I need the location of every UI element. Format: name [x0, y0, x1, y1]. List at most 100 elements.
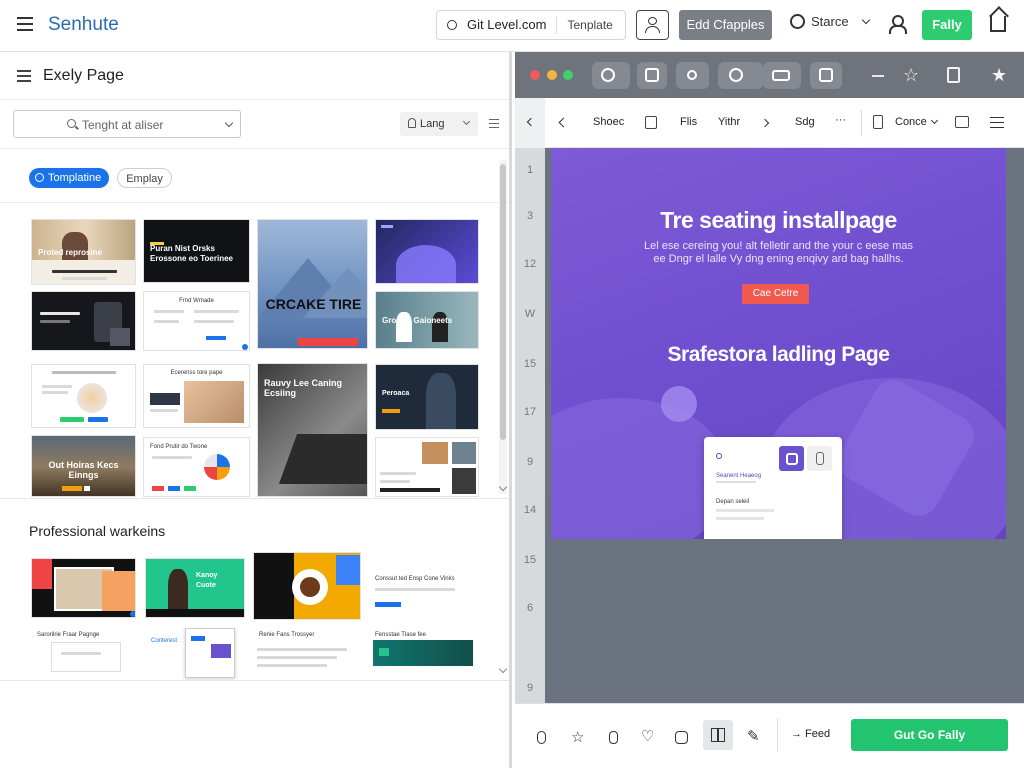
search-placeholder: Tenght at aliser [82, 118, 164, 132]
tile-label: Fond Prutir do Twone [150, 444, 208, 450]
lang-label: Lang [420, 118, 445, 130]
edit-button[interactable]: Edd Cfapples [679, 10, 772, 40]
template-tile[interactable]: Ecerenss tore pape [143, 364, 250, 428]
nav-conce[interactable]: Conce [895, 116, 927, 128]
collapse-button[interactable] [515, 98, 545, 148]
template-tile[interactable]: Kanoy Cuote [145, 558, 245, 618]
template-tile[interactable] [375, 437, 479, 497]
menu-icon[interactable] [17, 70, 31, 82]
battery-icon[interactable] [609, 731, 618, 744]
image-icon[interactable] [810, 62, 842, 89]
lang-dropdown[interactable]: Lang [400, 112, 478, 136]
canvas-heading-secondary[interactable]: Srafestora ladling Page [551, 343, 1006, 367]
scrollbar[interactable] [499, 160, 507, 494]
template-tile[interactable]: Out Hoiras Kecs Einngs [31, 435, 136, 497]
template-tile[interactable]: CRCAKE TIRE [257, 219, 368, 349]
ruler-number: 9 [526, 456, 534, 468]
lock-icon [408, 118, 416, 128]
nav-sdg[interactable]: Sdg [795, 116, 815, 128]
template-tile[interactable]: Fensstae Tlase fee [369, 628, 479, 680]
clock-icon[interactable] [592, 62, 630, 89]
list-icon[interactable] [990, 117, 1004, 128]
nav-flis[interactable]: Flis [680, 116, 697, 128]
close-dot-icon[interactable] [530, 70, 540, 80]
primary-button[interactable]: Fally [922, 10, 972, 40]
template-tile[interactable]: Renie Fans Trossyer [253, 628, 361, 680]
ruler-number: 15 [523, 554, 537, 566]
card-icon[interactable] [763, 62, 801, 89]
brand-logo[interactable]: Senhute [48, 14, 119, 36]
template-tile[interactable]: Conterest [145, 628, 245, 680]
hamburger-icon[interactable] [17, 17, 33, 31]
template-tile[interactable]: Puran Nist Orsks Erossone eo Toerinee [143, 219, 250, 283]
pen-icon[interactable]: ✎ [747, 727, 760, 745]
template-tile[interactable] [375, 219, 479, 284]
scroll-down-icon[interactable] [498, 664, 508, 674]
tile-label: Ecerenss tore pape [170, 370, 223, 376]
template-label[interactable]: Tenplate [557, 18, 622, 32]
sparkle-icon[interactable]: ☆ [571, 728, 584, 746]
tile-label: Puran Nist Orsks Erossone eo Toerinee [150, 244, 233, 263]
search-input[interactable]: Tenght at aliser [13, 110, 241, 138]
logo-icon [716, 453, 722, 459]
star-outline-icon[interactable]: ☆ [903, 66, 919, 84]
clipboard-icon[interactable] [637, 62, 667, 89]
card-text: Depan seleil [716, 499, 750, 505]
maximize-dot-icon[interactable] [563, 70, 573, 80]
list-view-icon[interactable] [489, 119, 499, 128]
chevron-down-icon[interactable] [930, 116, 939, 125]
canvas-cta-button[interactable]: Cae Cetre [742, 284, 809, 304]
page-icon[interactable] [873, 115, 883, 129]
panel-title: Exely Page [43, 67, 124, 84]
layout-tool-selected[interactable] [703, 720, 733, 750]
back-icon[interactable] [558, 117, 569, 128]
lock-icon[interactable] [807, 446, 832, 471]
template-tile[interactable]: Conssut ted Ensp Cone Vinks [369, 554, 479, 620]
star-icon[interactable]: ★ [991, 66, 1007, 84]
template-tile[interactable]: Sarorilrie Fraar Pagnge [31, 628, 136, 680]
nav-shoec[interactable]: Shoec [593, 116, 624, 128]
nav-yithr[interactable]: Yithr [718, 116, 740, 128]
template-tile[interactable]: Fond Prutir do Twone [143, 437, 250, 497]
template-tile[interactable] [253, 552, 361, 620]
design-canvas[interactable]: Tre seating installpage Lel ese cereing … [551, 148, 1006, 539]
template-tile[interactable] [31, 364, 136, 428]
heart-icon[interactable]: ♡ [641, 727, 654, 745]
frame-icon[interactable] [645, 116, 657, 129]
git-level-dropdown[interactable]: Git Level.com Tenplate [436, 10, 626, 40]
gift-icon[interactable] [675, 731, 688, 744]
frame-icon[interactable] [779, 446, 804, 471]
template-tile[interactable]: Frnd Wmade [143, 291, 250, 351]
trash-icon[interactable] [947, 67, 960, 83]
ruler-number: 12 [523, 258, 537, 270]
canvas-card[interactable]: Seanent Heaeog Depan seleil [704, 437, 842, 539]
comment-icon[interactable] [718, 62, 763, 89]
canvas-heading[interactable]: Tre seating installpage [551, 207, 1006, 234]
template-tile[interactable]: Proted reprosine [31, 219, 136, 285]
mouse-icon[interactable] [537, 731, 546, 744]
chevron-right-icon[interactable] [760, 118, 770, 128]
scrollbar-thumb[interactable] [500, 164, 506, 440]
canvas-subtext[interactable]: Lel ese cereing you! alt felletir and th… [641, 240, 916, 266]
template-tile[interactable]: Peroaca [375, 364, 479, 430]
user-icon[interactable] [636, 10, 669, 40]
tile-label: Fensstae Tlase fee [375, 632, 426, 638]
layout-icon[interactable] [955, 116, 969, 128]
feed-link[interactable]: → Feed [791, 728, 830, 740]
minimize-icon[interactable] [872, 75, 884, 77]
status-dropdown[interactable]: Starce [790, 14, 870, 29]
template-tile[interactable] [31, 291, 136, 351]
chip-empty[interactable]: Emplay [117, 168, 172, 188]
share-icon[interactable] [676, 62, 709, 89]
go-button[interactable]: Gut Go Fally [851, 719, 1008, 751]
person-icon[interactable] [888, 15, 907, 34]
minimize-dot-icon[interactable] [547, 70, 557, 80]
template-tile[interactable] [31, 558, 136, 618]
more-icon[interactable]: ··· [835, 114, 846, 126]
chevron-down-icon [224, 118, 234, 128]
template-tile[interactable]: Rauvy Lee Caning Ecsiing [257, 363, 368, 497]
chip-templates[interactable]: Tomplatine [29, 168, 110, 188]
home-icon[interactable] [990, 16, 1006, 32]
template-tile[interactable]: Grostor Gaioneets [375, 291, 479, 349]
tile-label: Renie Fans Trossyer [259, 632, 315, 638]
